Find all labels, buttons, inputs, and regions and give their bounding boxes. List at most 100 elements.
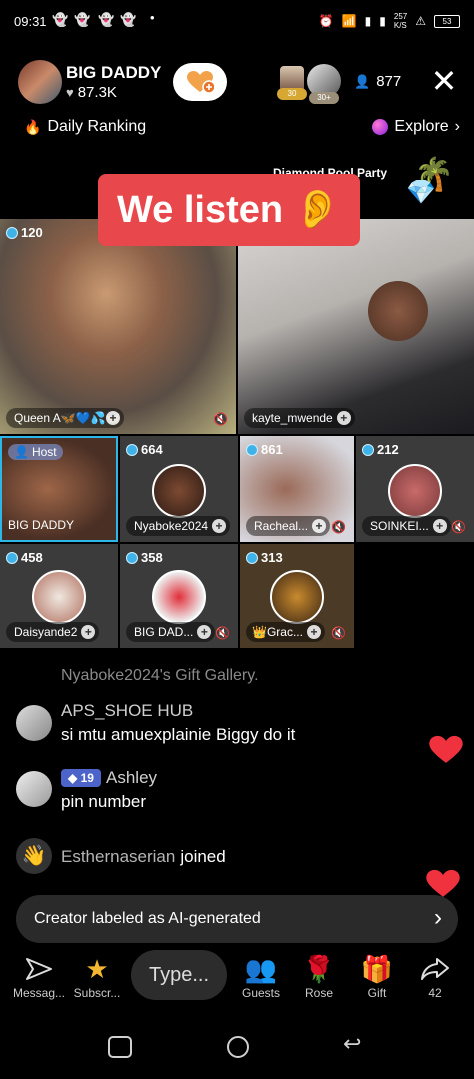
wave-icon: 👋 xyxy=(16,838,52,874)
wifi-icon: 📶 xyxy=(341,14,357,28)
battery-indicator: 53 xyxy=(434,14,460,28)
explore-button[interactable]: Explore › xyxy=(372,118,460,136)
plus-icon[interactable]: + xyxy=(432,519,447,533)
tile-name[interactable]: Racheal... + xyxy=(246,516,331,536)
tile-name[interactable]: Nyaboke2024 + xyxy=(126,516,231,536)
snapchat-icon: 👻 xyxy=(120,12,137,27)
tile-name-text: Grac... xyxy=(266,625,303,639)
level-number: 19 xyxy=(80,771,94,785)
eye-icon xyxy=(6,551,18,564)
rose-icon: 🌹 xyxy=(302,953,336,984)
plus-icon[interactable]: + xyxy=(106,411,120,425)
gift-icon: 🎁 xyxy=(360,953,394,984)
snapchat-icon: 👻 xyxy=(98,12,115,27)
tile-name[interactable]: BIG DAD... + xyxy=(126,622,216,642)
plus-icon[interactable]: + xyxy=(336,411,351,425)
planet-icon xyxy=(372,119,389,135)
guest-tile-1[interactable]: 120 Queen A🦋💙💦🦋 + 🔇 xyxy=(0,219,236,434)
join-username[interactable]: Esthernaserian xyxy=(61,847,175,867)
tile-name[interactable]: 👑Grac... + xyxy=(246,622,325,642)
viewer-count-number: 877 xyxy=(376,73,402,90)
chat-username[interactable]: APS_SHOE HUB xyxy=(61,701,193,721)
close-icon[interactable]: ✕ xyxy=(430,65,458,97)
plus-icon[interactable]: + xyxy=(197,625,212,639)
status-icons: ⏰ 📶 ▮ ▮ 257 K/S ⚠ 53 xyxy=(319,12,460,30)
guest-avatar xyxy=(152,464,206,518)
comment-input[interactable]: Type... xyxy=(131,950,227,1000)
plus-icon[interactable]: + xyxy=(306,625,321,639)
tile-name-text: Nyaboke2024 xyxy=(134,519,209,533)
tile-name[interactable]: Queen A🦋💙💦🦋 + xyxy=(6,408,124,428)
rose-button[interactable]: 🌹 Rose xyxy=(291,952,347,1001)
tile-name[interactable]: Daisyande2 + xyxy=(6,622,100,642)
subscribe-button[interactable]: ★ Subscr... xyxy=(69,952,125,1001)
level-badge: ◆ 19 xyxy=(61,769,101,787)
tile-viewers: 212 xyxy=(362,442,399,457)
tile-name-text: Queen A🦋💙💦🦋 xyxy=(14,411,121,425)
tile-name-text: BIG DAD... xyxy=(134,625,194,639)
host-name[interactable]: BIG DADDY xyxy=(66,63,161,83)
chat-avatar[interactable] xyxy=(16,705,52,741)
heart-plus-icon xyxy=(187,71,214,94)
heart-icon xyxy=(429,735,463,763)
tile-count: 458 xyxy=(21,550,43,565)
tile-count: 861 xyxy=(261,442,283,457)
person-icon: 👤 xyxy=(354,73,371,89)
guest-tile-6[interactable]: 458 Daisyande2 + xyxy=(0,544,118,648)
guest-tile-3[interactable]: 664 Nyaboke2024 + xyxy=(120,436,238,542)
mic-off-icon: 🔇 xyxy=(451,520,466,534)
eye-icon xyxy=(246,551,258,564)
plus-icon[interactable]: + xyxy=(81,625,96,639)
chevron-right-icon: › xyxy=(454,118,460,135)
tile-name-text: kayte_mwende xyxy=(252,411,333,425)
notification-dot: • xyxy=(150,10,155,25)
tile-name[interactable]: SOINKEI... + xyxy=(362,516,451,536)
tile-name[interactable]: BIG DADDY xyxy=(8,518,74,532)
follow-button[interactable] xyxy=(173,63,227,101)
host-tile[interactable]: 👤 Host BIG DADDY xyxy=(0,436,118,542)
tile-viewers: 861 xyxy=(246,442,283,457)
mic-off-icon: 🔇 xyxy=(213,412,228,426)
tile-count: 313 xyxy=(261,550,283,565)
gift-label: Gift xyxy=(367,986,387,1000)
flame-icon: 🔥 xyxy=(24,118,42,135)
guests-button[interactable]: 👥 Guests xyxy=(233,952,289,1001)
guest-tile-2[interactable]: kayte_mwende + xyxy=(238,219,474,434)
chat-username[interactable]: Ashley xyxy=(106,768,157,788)
recents-icon[interactable] xyxy=(108,1036,132,1058)
alarm-icon: ⏰ xyxy=(318,14,334,28)
guest-avatar xyxy=(152,570,206,624)
plus-icon[interactable]: + xyxy=(212,519,227,533)
guest-tile-5[interactable]: 212 SOINKEI... + 🔇 xyxy=(356,436,474,542)
guest-tile-8[interactable]: 313 👑Grac... + 🔇 xyxy=(240,544,354,648)
snapchat-icon: 👻 xyxy=(74,12,91,27)
eye-icon xyxy=(362,443,374,456)
messages-button[interactable]: Messag... xyxy=(11,952,67,1000)
back-icon[interactable]: ↩ xyxy=(343,1031,361,1057)
viewer-count[interactable]: 👤 877 xyxy=(354,73,401,90)
guest-tile-4[interactable]: 861 Racheal... + 🔇 xyxy=(240,436,354,542)
top-viewer-1[interactable]: 30 xyxy=(275,66,307,100)
mic-off-icon: 🔇 xyxy=(331,626,346,640)
tile-count: 120 xyxy=(21,225,43,240)
chat-avatar[interactable] xyxy=(16,771,52,807)
person-icon: 👤 xyxy=(14,445,29,459)
signal-icon: ▮ xyxy=(379,14,386,28)
share-button[interactable]: 42 xyxy=(407,952,463,1000)
host-avatar[interactable] xyxy=(18,60,62,104)
plus-icon[interactable]: + xyxy=(312,519,327,533)
snapchat-icon: 👻 xyxy=(52,12,69,27)
tile-viewers: 358 xyxy=(126,550,163,565)
ai-generated-notice[interactable]: Creator labeled as AI-generated › xyxy=(16,895,458,943)
gift-button[interactable]: 🎁 Gift xyxy=(349,952,405,1001)
host-label: 👤 Host xyxy=(8,444,63,460)
network-speed: 257 K/S xyxy=(393,12,408,30)
tile-name[interactable]: kayte_mwende + xyxy=(244,408,355,428)
guest-tile-7[interactable]: 358 BIG DAD... + 🔇 xyxy=(120,544,238,648)
gift-gallery-notice[interactable]: Nyaboke2024's Gift Gallery. xyxy=(61,667,259,685)
daily-ranking[interactable]: 🔥 Daily Ranking xyxy=(24,118,146,136)
viewer-gift-badge: 30 xyxy=(277,88,307,100)
home-icon[interactable] xyxy=(227,1036,249,1058)
tile-viewers: 458 xyxy=(6,550,43,565)
top-viewer-2[interactable]: 30+ xyxy=(307,64,341,104)
